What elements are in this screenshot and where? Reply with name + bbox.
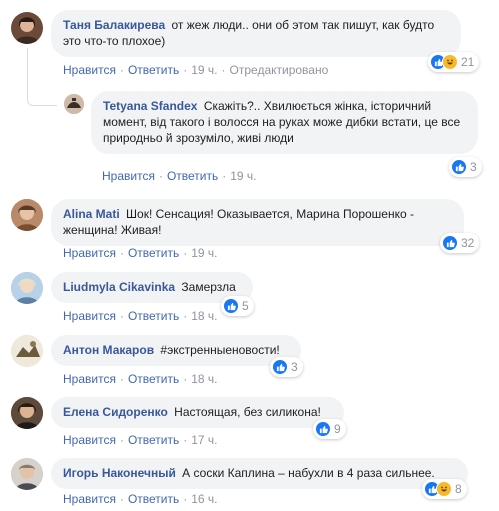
reactions-badge[interactable]: 5 xyxy=(221,296,254,316)
haha-icon xyxy=(442,54,458,70)
reply-link[interactable]: Ответить xyxy=(167,169,218,183)
reaction-count: 8 xyxy=(455,482,462,496)
comment-actions: Нравится · Ответить · 19 ч. xyxy=(102,169,257,183)
comment-author[interactable]: Елена Сидоренко xyxy=(63,405,168,419)
comment-author[interactable]: Таня Балакирева xyxy=(63,18,165,32)
avatar[interactable] xyxy=(11,12,43,44)
comment-time[interactable]: 18 ч. xyxy=(191,372,217,386)
comment-time[interactable]: 18 ч. xyxy=(191,309,217,323)
avatar[interactable] xyxy=(11,199,43,231)
like-icon xyxy=(442,235,458,251)
comment-actions: Нравится · Ответить · 16 ч. xyxy=(63,492,218,506)
like-icon xyxy=(451,159,467,175)
like-icon xyxy=(272,359,288,375)
comment-time[interactable]: 17 ч. xyxy=(191,433,217,447)
reply-link[interactable]: Ответить xyxy=(128,309,179,323)
reply-connector xyxy=(27,48,57,106)
edited-label[interactable]: Отредактировано xyxy=(230,63,329,77)
like-link[interactable]: Нравится xyxy=(63,309,116,323)
like-link[interactable]: Нравится xyxy=(63,492,116,506)
reply-link[interactable]: Ответить xyxy=(128,372,179,386)
comment-actions: Нравится · Ответить · 17 ч. xyxy=(63,433,218,447)
reaction-count: 3 xyxy=(291,360,298,374)
comment-actions: Нравится · Ответить · 18 ч. xyxy=(63,309,218,323)
haha-icon xyxy=(436,481,452,497)
like-icon xyxy=(315,421,331,437)
comment-author[interactable]: Alina Mati xyxy=(63,207,120,221)
reaction-count: 32 xyxy=(461,236,475,250)
comment-actions: Нравится · Ответить · 19 ч. · Отредактировано xyxy=(63,63,329,77)
comment-bubble: Tetyana Sfandex Скажіть?.. Хвилюється жі… xyxy=(91,91,478,154)
comment-time[interactable]: 19 ч. xyxy=(191,63,217,77)
reply-link[interactable]: Ответить xyxy=(128,433,179,447)
like-link[interactable]: Нравится xyxy=(63,246,116,260)
reply-link[interactable]: Ответить xyxy=(128,246,179,260)
reactions-badge[interactable]: 32 xyxy=(440,233,480,253)
comment-bubble: Елена Сидоренко Настоящая, без силикона! xyxy=(51,397,344,428)
reaction-count: 5 xyxy=(242,299,249,313)
comment-bubble: Таня Балакирева от жеж люди.. они об это… xyxy=(51,10,461,57)
comment-time[interactable]: 19 ч. xyxy=(230,169,256,183)
reply-link[interactable]: Ответить xyxy=(128,492,179,506)
reaction-count: 9 xyxy=(334,422,341,436)
comment-bubble: Антон Макаров #экстренныеновости! xyxy=(51,335,301,366)
comment-author[interactable]: Liudmyla Cikavinka xyxy=(63,280,175,294)
reactions-badge[interactable]: 21 xyxy=(428,52,480,72)
comment-author[interactable]: Антон Макаров xyxy=(63,343,154,357)
comment-author[interactable]: Tetyana Sfandex xyxy=(103,99,197,113)
comment-bubble: Alina Mati Шок! Сенсация! Оказывается, М… xyxy=(51,199,464,246)
avatar[interactable] xyxy=(11,458,43,490)
like-link[interactable]: Нравится xyxy=(63,433,116,447)
comment-bubble: Игорь Наконечный А соски Каплина – набух… xyxy=(51,458,468,489)
comment-text: #экстренныеновости! xyxy=(160,343,280,357)
avatar[interactable] xyxy=(11,397,43,429)
comment-time[interactable]: 16 ч. xyxy=(191,492,217,506)
avatar[interactable] xyxy=(64,94,84,114)
like-icon xyxy=(223,298,239,314)
reaction-count: 21 xyxy=(461,55,475,69)
reply-link[interactable]: Ответить xyxy=(128,63,179,77)
like-link[interactable]: Нравится xyxy=(63,372,116,386)
reaction-count: 3 xyxy=(470,160,477,174)
comment-text: Настоящая, без силикона! xyxy=(174,405,321,419)
avatar[interactable] xyxy=(11,272,43,304)
like-link[interactable]: Нравится xyxy=(63,63,116,77)
avatar[interactable] xyxy=(11,335,43,367)
comment-text: Замерзла xyxy=(181,280,236,294)
reactions-badge[interactable]: 8 xyxy=(422,479,467,499)
reactions-badge[interactable]: 9 xyxy=(313,419,346,439)
comment-time[interactable]: 19 ч. xyxy=(191,246,217,260)
comment-text: А соски Каплина – набухли в 4 раза сильн… xyxy=(182,466,435,480)
comment-actions: Нравится · Ответить · 18 ч. xyxy=(63,372,218,386)
reactions-badge[interactable]: 3 xyxy=(449,157,482,177)
like-link[interactable]: Нравится xyxy=(102,169,155,183)
reactions-badge[interactable]: 3 xyxy=(270,357,303,377)
comment-author[interactable]: Игорь Наконечный xyxy=(63,466,176,480)
comment-actions: Нравится · Ответить · 19 ч. xyxy=(63,246,218,260)
